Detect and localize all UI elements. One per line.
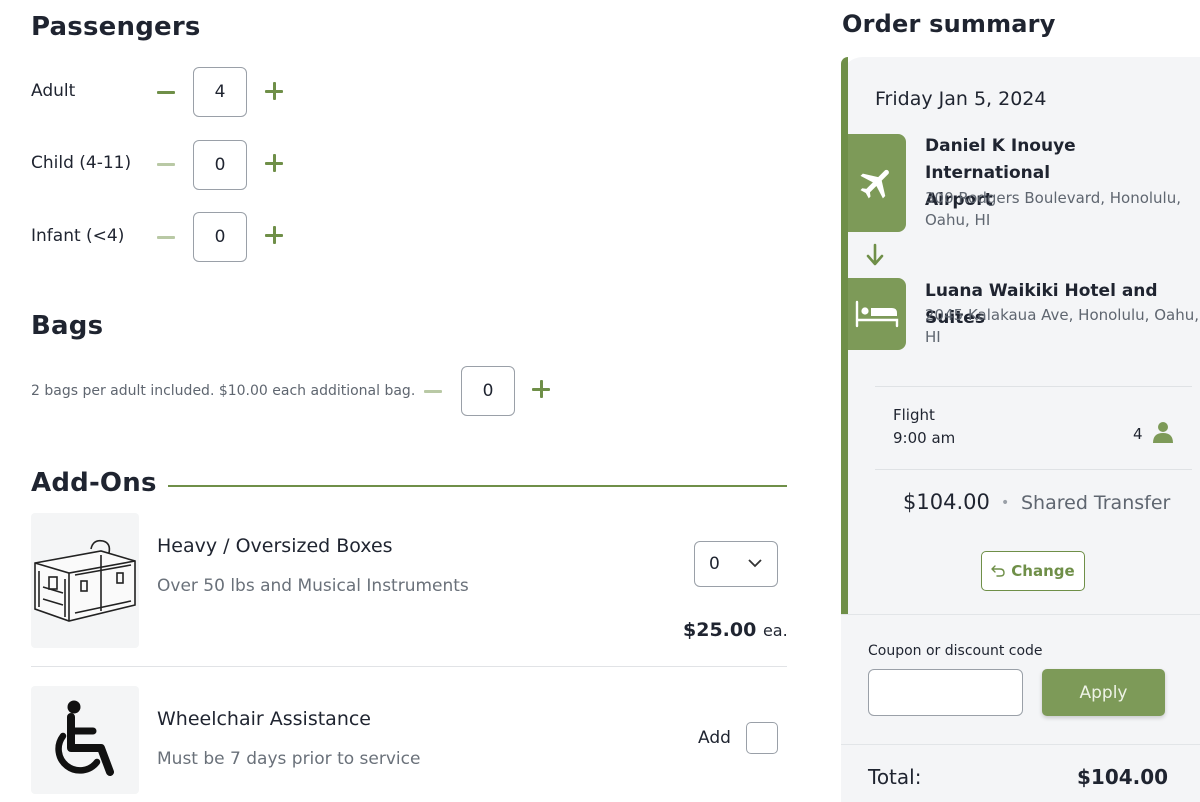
bags-heading: Bags xyxy=(31,311,104,341)
addon-subtitle: Over 50 lbs and Musical Instruments xyxy=(157,576,469,596)
pickup-name-line1: Daniel K Inouye International xyxy=(925,136,1076,183)
adult-label: Adult xyxy=(31,81,76,101)
bags-note: 2 bags per adult included. $10.00 each a… xyxy=(31,383,416,399)
apply-button[interactable]: Apply xyxy=(1042,669,1165,716)
plus-icon xyxy=(265,226,283,244)
wheelchair-icon xyxy=(55,700,114,776)
add-label: Add xyxy=(698,728,731,748)
minus-icon xyxy=(424,389,442,393)
airplane-icon xyxy=(860,169,889,199)
addons-divider xyxy=(168,485,787,487)
flight-label: Flight xyxy=(893,406,935,424)
child-label: Child (4-11) xyxy=(31,153,132,173)
minus-icon xyxy=(157,162,175,166)
suitcase-icon xyxy=(34,539,136,622)
person-icon xyxy=(1153,422,1173,443)
minus-icon xyxy=(157,235,175,239)
plus-icon xyxy=(532,380,550,398)
child-decrement-button[interactable] xyxy=(155,153,177,175)
addon-price: $25.00 ea. xyxy=(683,619,788,641)
addon-subtitle: Must be 7 days prior to service xyxy=(157,749,421,769)
addon-title: Wheelchair Assistance xyxy=(157,708,371,730)
oversized-box-image xyxy=(31,513,139,648)
bed-icon xyxy=(855,300,899,328)
coupon-label: Coupon or discount code xyxy=(868,643,1043,659)
total-label: Total: xyxy=(868,765,922,789)
addon-divider xyxy=(31,666,787,667)
summary-divider xyxy=(875,386,1192,387)
summary-divider xyxy=(875,469,1192,470)
pickup-address: 300 Rodgers Boulevard, Honolulu, Oahu, H… xyxy=(925,187,1181,231)
select-value: 0 xyxy=(709,554,720,574)
child-quantity-field[interactable]: 0 xyxy=(193,140,247,190)
minus-icon xyxy=(157,90,175,94)
bags-decrement-button[interactable] xyxy=(422,380,444,402)
change-label: Change xyxy=(1011,562,1075,580)
dropoff-addr-line2: HI xyxy=(925,328,941,346)
arrow-down-icon xyxy=(866,243,884,266)
oversized-box-quantity-select[interactable]: 0 xyxy=(694,541,778,587)
child-increment-button[interactable] xyxy=(263,152,285,174)
wheelchair-image xyxy=(31,686,139,794)
change-button[interactable]: Change xyxy=(981,551,1085,591)
infant-label: Infant (<4) xyxy=(31,226,125,246)
adult-increment-button[interactable] xyxy=(263,80,285,102)
undo-icon xyxy=(991,565,1005,577)
pickup-addr-line2: Oahu, HI xyxy=(925,211,991,229)
infant-decrement-button[interactable] xyxy=(155,226,177,248)
summary-price: $104.00 xyxy=(903,490,990,514)
coupon-input[interactable] xyxy=(868,669,1023,716)
passengers-heading: Passengers xyxy=(31,12,201,42)
infant-increment-button[interactable] xyxy=(263,224,285,246)
addon-title: Heavy / Oversized Boxes xyxy=(157,535,393,557)
price-separator: • xyxy=(1001,495,1010,511)
chevron-down-icon xyxy=(748,559,762,568)
summary-accent-bar xyxy=(841,57,848,614)
infant-quantity-field[interactable]: 0 xyxy=(193,212,247,262)
bags-increment-button[interactable] xyxy=(530,378,552,400)
passenger-count: 4 xyxy=(1133,425,1143,443)
plus-icon xyxy=(265,82,283,100)
bags-quantity-field[interactable]: 0 xyxy=(461,366,515,416)
plus-icon xyxy=(265,154,283,172)
total-value: $104.00 xyxy=(1077,765,1169,789)
dropoff-address: 2045 Kalakaua Ave, Honolulu, Oahu, HI xyxy=(925,304,1199,348)
wheelchair-add-checkbox[interactable] xyxy=(746,722,778,754)
price-amount: $25.00 xyxy=(683,619,757,641)
dropoff-addr-line1: 2045 Kalakaua Ave, Honolulu, Oahu, xyxy=(925,306,1199,324)
pickup-tab xyxy=(848,134,906,232)
adult-quantity-field[interactable]: 4 xyxy=(193,67,247,117)
trip-date: Friday Jan 5, 2024 xyxy=(875,88,1047,110)
order-summary-heading: Order summary xyxy=(842,10,1056,38)
service-type: Shared Transfer xyxy=(1021,492,1171,514)
price-unit: ea. xyxy=(762,621,788,640)
dropoff-tab xyxy=(848,278,906,350)
adult-decrement-button[interactable] xyxy=(155,81,177,103)
addons-heading: Add-Ons xyxy=(31,468,157,498)
flight-time: 9:00 am xyxy=(893,429,956,447)
pickup-addr-line1: 300 Rodgers Boulevard, Honolulu, xyxy=(925,189,1182,207)
